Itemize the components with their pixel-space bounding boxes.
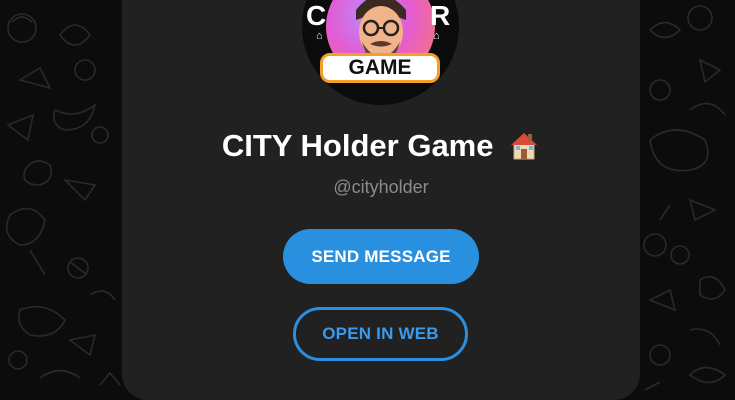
profile-name: CITY Holder Game (221, 128, 494, 163)
avatar-letter-left: C (306, 0, 327, 31)
open-in-web-button[interactable]: OPEN IN WEB (293, 307, 468, 361)
send-message-button[interactable]: SEND MESSAGE (283, 229, 479, 284)
avatar-ornament-right-icon: ⌂ (433, 30, 440, 42)
avatar-ornament-left-icon: ⌂ (316, 30, 323, 42)
avatar-letter-right: R (430, 0, 451, 31)
house-icon (511, 132, 538, 160)
profile-name-row: CITY Holder Game (122, 126, 640, 166)
profile-username: @cityholder (333, 177, 429, 197)
avatar-game-badge: GAME (320, 53, 440, 83)
